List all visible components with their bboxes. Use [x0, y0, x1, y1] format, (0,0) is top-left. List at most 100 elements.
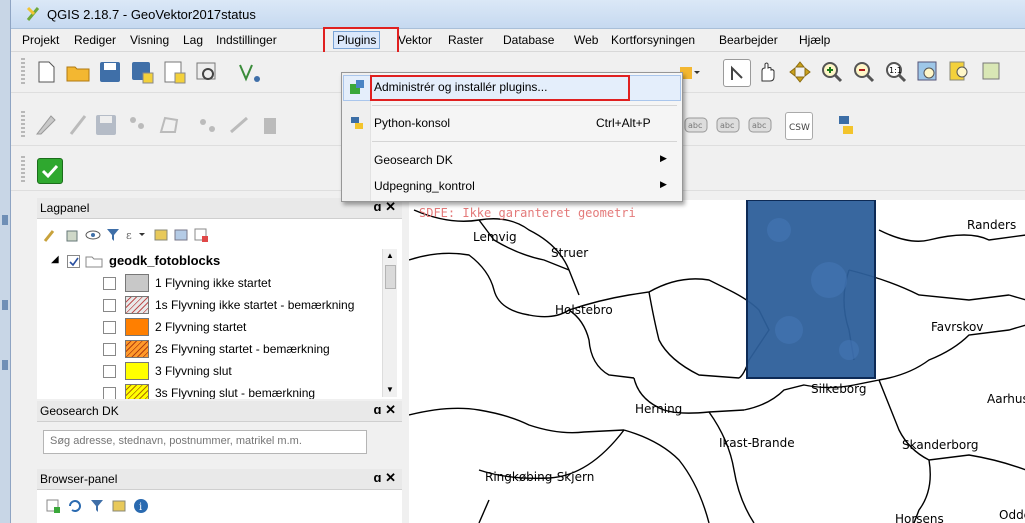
label-show-icon[interactable]: abc [747, 112, 773, 138]
add-point-icon[interactable] [125, 112, 151, 138]
menu-separator [372, 141, 677, 142]
pan-to-selection-icon[interactable] [787, 59, 813, 85]
collapse-all-icon[interactable] [111, 498, 127, 514]
pencil-icon[interactable] [65, 112, 91, 138]
legend-item[interactable]: 2s Flyvning startet - bemærkning [79, 339, 387, 361]
zoom-to-layer-icon[interactable] [947, 59, 973, 85]
save-as-icon[interactable] [129, 59, 155, 85]
touch-zoom-pan-icon[interactable] [723, 59, 751, 87]
filter-icon[interactable] [105, 227, 121, 243]
legend-checkbox[interactable] [103, 321, 116, 334]
map-label: Lemvig [473, 230, 517, 244]
pan-icon[interactable] [755, 59, 781, 85]
menu-vektor[interactable]: Vektor [395, 32, 435, 48]
menu-database[interactable]: Database [500, 32, 557, 48]
collapse-all-icon[interactable] [173, 227, 189, 243]
browser-panel: i [37, 490, 402, 523]
menu-rediger[interactable]: Rediger [71, 32, 119, 48]
legend-label: 3s Flyvning slut - bemærkning [155, 386, 316, 399]
label-tool-icon[interactable]: abc [683, 112, 709, 138]
composer-manager-icon[interactable] [193, 59, 219, 85]
python-icon[interactable] [833, 112, 859, 138]
zoom-out-icon[interactable] [851, 59, 877, 85]
menu-web[interactable]: Web [571, 32, 601, 48]
menu-bearbejder[interactable]: Bearbejder [716, 32, 781, 48]
expand-all-icon[interactable] [153, 227, 169, 243]
open-project-icon[interactable] [65, 59, 91, 85]
geosearch-field[interactable] [43, 430, 367, 454]
new-project-icon[interactable] [33, 59, 59, 85]
layers-panel: ε ◢ geodk_fotoblocks 1 Flyvning ikke sta… [37, 219, 402, 399]
geosearch-panel-title: Geosearch DK ɑ ✕ [37, 401, 402, 422]
legend-item[interactable]: 3 Flyvning slut [79, 361, 387, 383]
map-watermark: SDFE: Ikke garanteret geometri [419, 206, 636, 220]
toolbar-grip[interactable] [21, 156, 25, 184]
map-label: Silkeborg [811, 382, 867, 396]
menu-item-label: Geosearch DK [374, 153, 453, 167]
geosearch-input[interactable] [44, 431, 366, 451]
add-selected-icon[interactable] [45, 498, 61, 514]
layer-group-row[interactable]: ◢ geodk_fotoblocks [51, 253, 371, 271]
scroll-thumb[interactable] [385, 265, 396, 289]
legend-checkbox[interactable] [103, 343, 116, 356]
add-polygon-icon[interactable] [157, 112, 183, 138]
menu-kortforsyningen[interactable]: Kortforsyningen [608, 32, 698, 48]
digitize-icon[interactable] [237, 59, 263, 85]
collapse-arrow-icon[interactable]: ◢ [51, 254, 59, 265]
submenu-arrow-icon: ▶ [660, 179, 667, 189]
svg-text:abc: abc [720, 121, 734, 130]
group-checkbox[interactable] [67, 255, 80, 268]
legend-checkbox[interactable] [103, 365, 116, 378]
new-print-composer-icon[interactable] [161, 59, 187, 85]
delete-selected-icon[interactable] [257, 112, 283, 138]
manage-plugins-highlight [370, 75, 630, 101]
legend-label: 1 Flyvning ikke startet [155, 276, 272, 290]
legend-item[interactable]: 1s Flyvning ikke startet - bemærkning [79, 295, 387, 317]
filter-icon[interactable] [89, 498, 105, 514]
menu-indstillinger[interactable]: Indstillinger [213, 32, 280, 48]
map-canvas[interactable]: SDFE: Ikke garanteret geometri Lemvig St… [409, 200, 1025, 523]
legend-checkbox[interactable] [103, 277, 116, 290]
menu-visning[interactable]: Visning [127, 32, 172, 48]
legend-checkbox[interactable] [103, 299, 116, 312]
remove-layer-icon[interactable] [193, 227, 209, 243]
save-icon[interactable] [97, 59, 123, 85]
info-icon[interactable]: i [133, 498, 149, 514]
legend-item[interactable]: 1 Flyvning ikke startet [79, 273, 387, 295]
close-icon[interactable]: ɑ ✕ [374, 470, 396, 486]
style-icon[interactable] [43, 227, 59, 243]
zoom-full-icon[interactable] [915, 59, 941, 85]
legend-checkbox[interactable] [103, 387, 116, 399]
toolbar-grip[interactable] [21, 58, 25, 86]
move-feature-icon[interactable] [195, 112, 221, 138]
legend-item[interactable]: 2 Flyvning startet [79, 317, 387, 339]
zoom-selection-icon[interactable] [979, 59, 1005, 85]
zoom-actual-size-icon[interactable]: 1:1 [883, 59, 909, 85]
label-pin-icon[interactable]: abc [715, 112, 741, 138]
visibility-icon[interactable] [85, 227, 101, 243]
close-icon[interactable]: ɑ ✕ [374, 402, 396, 418]
menu-lag[interactable]: Lag [180, 32, 206, 48]
menu-raster[interactable]: Raster [445, 32, 486, 48]
map-label: Herning [635, 402, 683, 416]
scroll-down-icon[interactable]: ▼ [386, 385, 394, 394]
map-label: Struer [551, 246, 589, 260]
legend-swatch [125, 318, 149, 336]
node-tool-icon[interactable] [227, 112, 253, 138]
scroll-up-icon[interactable]: ▲ [386, 251, 394, 260]
map-label: Skanderborg [902, 438, 979, 452]
zoom-in-icon[interactable] [819, 59, 845, 85]
svg-text:CSW: CSW [789, 123, 810, 133]
refresh-icon[interactable] [67, 498, 83, 514]
legend-item[interactable]: 3s Flyvning slut - bemærkning [79, 383, 387, 399]
toggle-editing-icon[interactable] [33, 112, 59, 138]
save-edits-icon[interactable] [93, 112, 119, 138]
add-group-icon[interactable] [65, 227, 81, 243]
menu-hjaelp[interactable]: Hjælp [796, 32, 833, 48]
expression-filter-icon[interactable]: ε [125, 227, 147, 243]
toolbar-grip[interactable] [21, 111, 25, 139]
layers-scrollbar[interactable]: ▲ ▼ [382, 249, 397, 397]
csw-icon[interactable]: CSW [785, 112, 813, 140]
check-icon[interactable] [37, 158, 63, 184]
menu-projekt[interactable]: Projekt [19, 32, 62, 48]
